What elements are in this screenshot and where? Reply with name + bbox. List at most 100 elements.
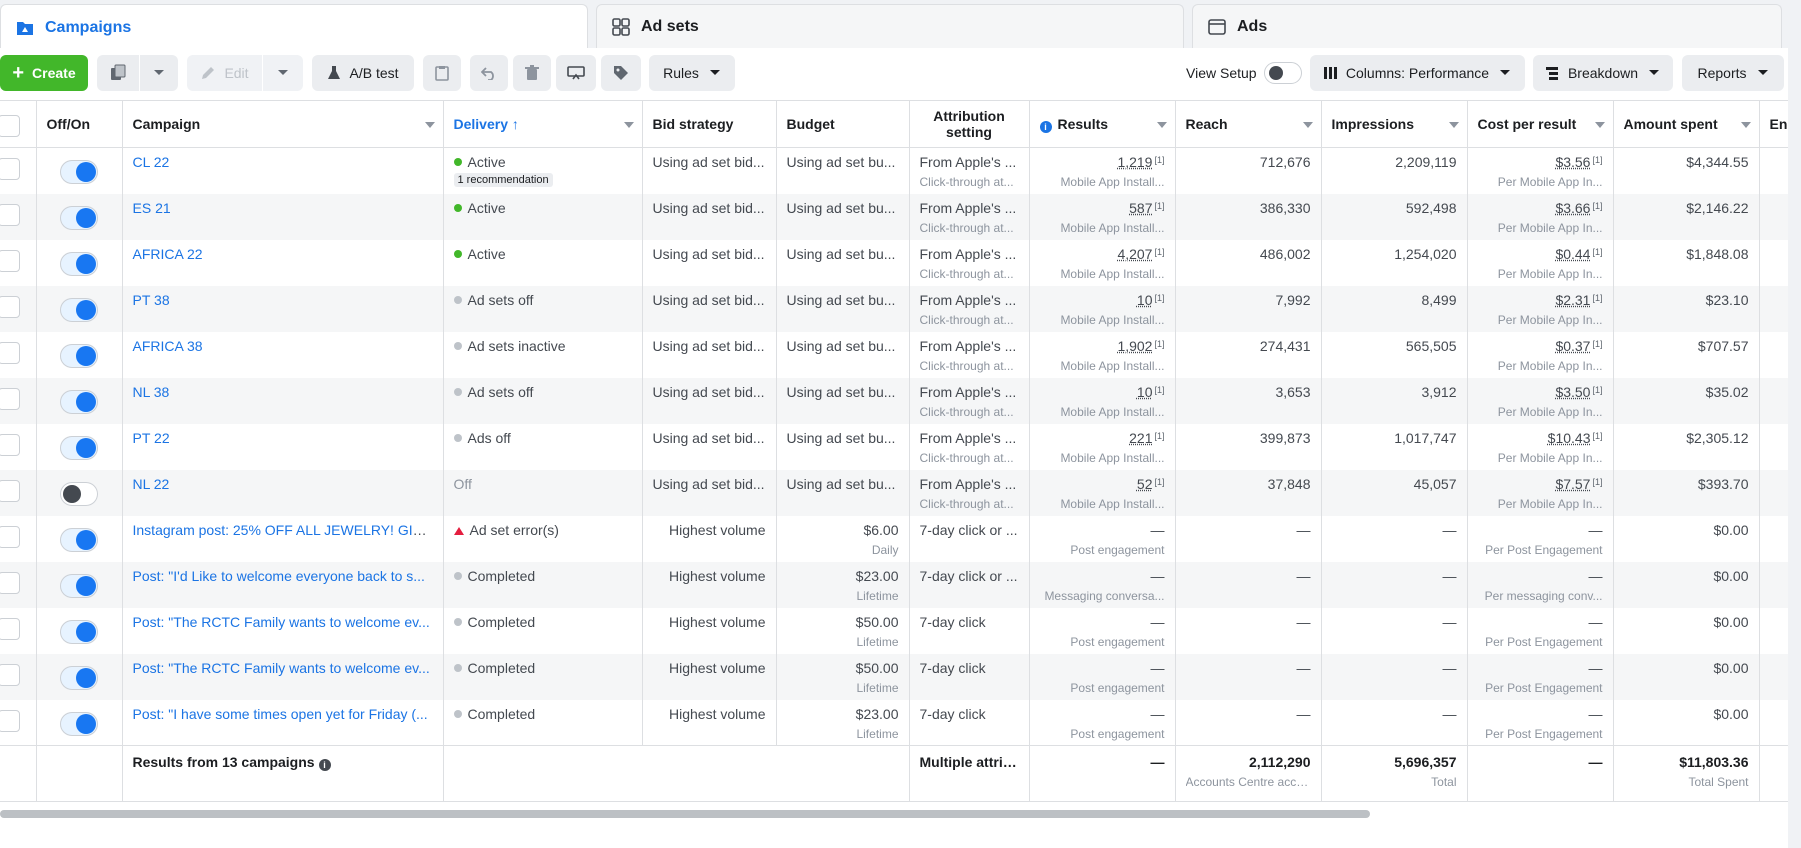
campaign-toggle[interactable] bbox=[60, 435, 98, 460]
col-reach[interactable]: Reach bbox=[1175, 100, 1322, 148]
table-row[interactable]: AFRICA 38 Ad sets inactive Using ad set bi… bbox=[0, 331, 1790, 378]
row-checkbox[interactable] bbox=[0, 525, 20, 548]
col-ends[interactable]: End bbox=[1759, 100, 1790, 148]
campaign-toggle[interactable] bbox=[60, 573, 98, 598]
sort-caret-icon[interactable] bbox=[1448, 122, 1459, 128]
row-checkbox[interactable] bbox=[0, 571, 20, 594]
info-icon[interactable]: i bbox=[1039, 120, 1052, 133]
campaign-toggle[interactable] bbox=[60, 711, 98, 736]
campaign-toggle[interactable] bbox=[60, 343, 98, 368]
sort-caret-icon[interactable] bbox=[1740, 122, 1751, 128]
edit-dropdown-button[interactable] bbox=[263, 55, 303, 91]
col-attribution[interactable]: Attribution setting bbox=[909, 100, 1030, 148]
table-row[interactable]: CL 22 Active 1 recommendation Using ad set … bbox=[0, 147, 1790, 194]
campaign-toggle[interactable] bbox=[60, 251, 98, 276]
table-row[interactable]: PT 38 Ad sets off Using ad set bid... Using… bbox=[0, 285, 1790, 332]
row-toggle-cell bbox=[36, 331, 123, 378]
col-amount-spent[interactable]: Amount spent bbox=[1613, 100, 1760, 148]
campaign-toggle[interactable] bbox=[60, 619, 98, 644]
row-checkbox[interactable] bbox=[0, 249, 20, 272]
rules-button[interactable]: Rules bbox=[649, 55, 735, 91]
breakdown-button[interactable]: Breakdown bbox=[1533, 55, 1673, 91]
tab-ads[interactable]: Ads bbox=[1192, 4, 1782, 48]
table-row[interactable]: Post: "The RCTC Family wants to welcome … bbox=[0, 607, 1790, 654]
campaign-name-link[interactable]: Post: "I have some times open yet for Fr… bbox=[133, 706, 428, 722]
campaign-toggle[interactable] bbox=[60, 160, 98, 184]
campaign-name-link[interactable]: ES 21 bbox=[133, 200, 171, 216]
table-row[interactable]: AFRICA 22 Active Using ad set bid... Using … bbox=[0, 239, 1790, 286]
table-row[interactable]: Post: "I have some times open yet for Fr… bbox=[0, 699, 1790, 746]
create-button[interactable]: + Create bbox=[0, 55, 88, 91]
tab-campaigns[interactable]: Campaigns bbox=[0, 4, 588, 50]
col-cost-per-result[interactable]: Cost per result bbox=[1467, 100, 1614, 148]
campaign-toggle[interactable] bbox=[60, 297, 98, 322]
row-checkbox[interactable] bbox=[0, 663, 20, 686]
view-setup-toggle[interactable] bbox=[1264, 62, 1302, 84]
table-row[interactable]: Post: "The RCTC Family wants to welcome … bbox=[0, 653, 1790, 700]
campaign-name-link[interactable]: NL 22 bbox=[133, 476, 170, 492]
row-checkbox[interactable] bbox=[0, 479, 20, 502]
col-impressions[interactable]: Impressions bbox=[1321, 100, 1468, 148]
campaign-toggle[interactable] bbox=[60, 389, 98, 414]
col-offon[interactable]: Off/On bbox=[36, 100, 123, 148]
tag-button[interactable] bbox=[601, 55, 641, 91]
tab-ad-sets[interactable]: Ad sets bbox=[596, 4, 1184, 48]
row-checkbox[interactable] bbox=[0, 433, 20, 456]
sort-caret-icon[interactable] bbox=[424, 122, 435, 128]
columns-button[interactable]: Columns: Performance bbox=[1310, 55, 1525, 91]
ab-test-button[interactable]: A/B test bbox=[312, 55, 414, 91]
results-value: — bbox=[1150, 613, 1165, 630]
table-row[interactable]: ES 21 Active Using ad set bid... Using ad s… bbox=[0, 193, 1790, 240]
row-checkbox[interactable] bbox=[0, 295, 20, 318]
row-checkbox[interactable] bbox=[0, 341, 20, 364]
recommendation-badge[interactable]: 1 recommendation bbox=[453, 173, 553, 187]
campaign-name-link[interactable]: Post: "The RCTC Family wants to welcome … bbox=[133, 660, 430, 676]
reports-button[interactable]: Reports bbox=[1682, 55, 1784, 91]
campaign-toggle[interactable] bbox=[60, 481, 98, 506]
row-checkbox[interactable] bbox=[0, 387, 20, 410]
campaign-name-link[interactable]: Instagram post: 25% OFF ALL JEWELRY! GIF… bbox=[133, 522, 440, 538]
campaign-name-link[interactable]: Post: "The RCTC Family wants to welcome … bbox=[133, 614, 430, 630]
bid-strategy-cell: Using ad set bid... bbox=[642, 239, 777, 286]
attribution-value: From Apple's ... bbox=[919, 429, 1017, 446]
campaign-toggle[interactable] bbox=[60, 665, 98, 690]
campaign-name-link[interactable]: PT 22 bbox=[133, 430, 170, 446]
info-icon[interactable]: i bbox=[318, 759, 331, 771]
select-all-checkbox[interactable] bbox=[0, 115, 20, 137]
col-results[interactable]: i Results bbox=[1029, 100, 1176, 148]
campaign-name-link[interactable]: AFRICA 22 bbox=[133, 246, 203, 262]
edit-button[interactable]: Edit bbox=[187, 55, 262, 91]
table-row[interactable]: Instagram post: 25% OFF ALL JEWELRY! GIF… bbox=[0, 515, 1790, 562]
sort-caret-icon[interactable] bbox=[1156, 122, 1167, 128]
col-budget[interactable]: Budget bbox=[776, 100, 910, 148]
campaign-name-link[interactable]: NL 38 bbox=[133, 384, 170, 400]
preview-button[interactable] bbox=[556, 55, 596, 91]
campaign-toggle[interactable] bbox=[60, 205, 98, 230]
campaign-name-link[interactable]: AFRICA 38 bbox=[133, 338, 203, 354]
sort-caret-icon[interactable] bbox=[1302, 122, 1313, 128]
row-checkbox[interactable] bbox=[0, 203, 20, 226]
horizontal-scrollbar[interactable] bbox=[0, 810, 1370, 818]
sort-caret-icon[interactable] bbox=[1594, 122, 1605, 128]
row-checkbox[interactable] bbox=[0, 709, 20, 732]
campaign-toggle[interactable] bbox=[60, 527, 98, 552]
campaign-name-link[interactable]: PT 38 bbox=[133, 292, 170, 308]
delete-button[interactable] bbox=[513, 55, 551, 91]
duplicate-button[interactable] bbox=[97, 55, 139, 91]
col-campaign[interactable]: Campaign bbox=[122, 100, 444, 148]
table-row[interactable]: Post: "I'd Like to welcome everyone back… bbox=[0, 561, 1790, 608]
budget-type: Lifetime bbox=[856, 680, 899, 695]
table-row[interactable]: NL 38 Ad sets off Using ad set bid... Using… bbox=[0, 377, 1790, 424]
duplicate-dropdown-button[interactable] bbox=[140, 55, 178, 91]
table-row[interactable]: NL 22 Off Using ad set bid... Using ad set … bbox=[0, 469, 1790, 516]
campaign-name-link[interactable]: CL 22 bbox=[133, 154, 170, 170]
col-bid-strategy[interactable]: Bid strategy bbox=[642, 100, 777, 148]
sort-caret-icon[interactable] bbox=[623, 122, 634, 128]
row-checkbox[interactable] bbox=[0, 617, 20, 640]
undo-button[interactable] bbox=[470, 55, 508, 91]
clipboard-button[interactable] bbox=[423, 55, 461, 91]
campaign-name-link[interactable]: Post: "I'd Like to welcome everyone back… bbox=[133, 568, 425, 584]
col-delivery[interactable]: Delivery ↑ bbox=[443, 100, 643, 148]
row-checkbox[interactable] bbox=[0, 158, 20, 180]
table-row[interactable]: PT 22 Ads off Using ad set bid... Using ad … bbox=[0, 423, 1790, 470]
